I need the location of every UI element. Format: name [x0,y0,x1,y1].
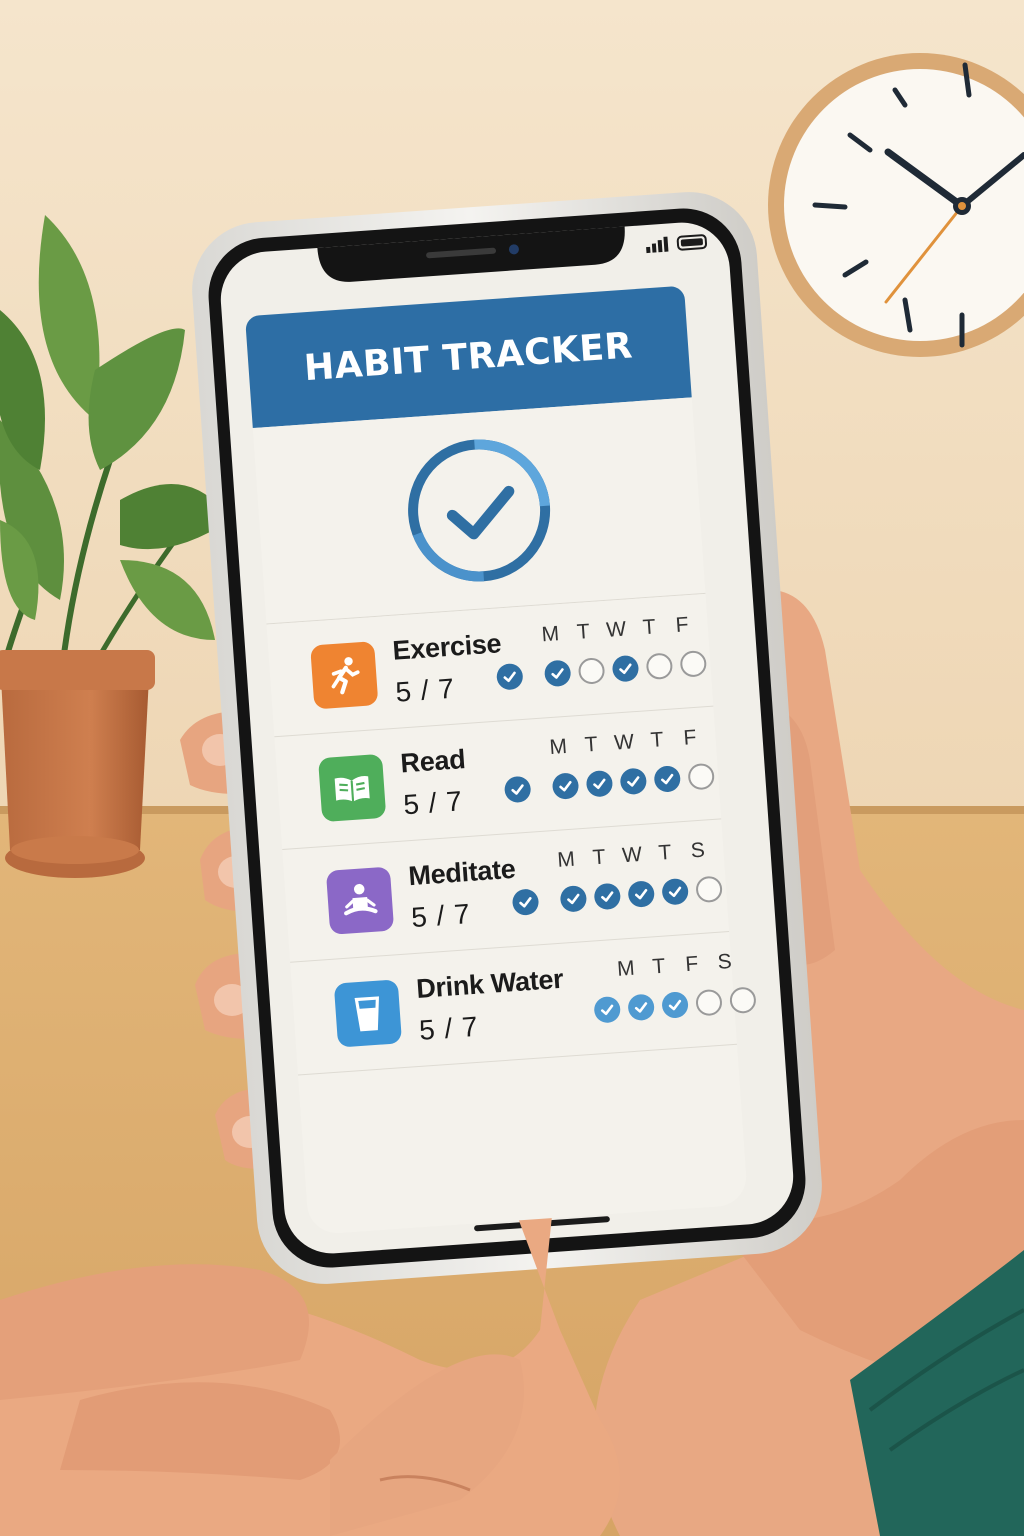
weekday-label: M [540,622,560,647]
habit-list: Exercise 5 / 7 M T W T F Read 5 / 7 M T W T F Meditate… [266,593,757,1076]
day-check-done-icon[interactable] [585,769,614,798]
day-check-done-icon[interactable] [551,772,580,800]
day-check-empty[interactable] [679,650,708,678]
habit-progress: 5 / 7 [418,1010,480,1046]
weekday-label: T [584,732,599,757]
day-check-done-icon[interactable] [627,993,656,1022]
open-book-icon [317,753,387,823]
day-check-done-icon[interactable] [661,991,689,1019]
summary-panel [252,397,706,625]
app-screen: HABIT TRACKER Exercise 5 / 7 M T W T F Read 5 / … [244,285,757,1236]
day-check-done-icon[interactable] [611,654,640,683]
empty-area [298,1044,749,1236]
day-check-empty[interactable] [577,657,606,685]
weekday-label: F [674,613,690,637]
weekday-label: T [641,615,657,640]
day-check-empty[interactable] [729,986,757,1015]
day-check-done-icon[interactable] [627,880,656,908]
meditating-person-icon [325,866,395,935]
habit-name: Exercise [391,627,503,666]
habit-name: Read [399,743,467,779]
weekday-label: W [621,842,643,868]
weekday-label: F [684,952,699,977]
day-check-empty[interactable] [687,762,716,791]
weekday-label: T [591,845,607,870]
day-check-done-icon[interactable] [593,995,622,1024]
weekday-labels: MTWTS [549,838,715,873]
weekday-labels: MTFS [609,949,742,982]
weekday-labels: MTWTF [533,612,699,647]
weekday-label: T [651,954,667,979]
habit-name: Meditate [407,853,517,891]
weekday-label: S [690,838,706,863]
running-person-icon [310,641,379,710]
weekday-label: T [576,620,591,644]
weekday-label: S [716,949,733,974]
day-check-empty[interactable] [645,652,674,681]
habit-text: Drink Water 5 / 7 [415,963,565,1047]
day-check-done-icon[interactable] [653,765,682,793]
weekday-label: W [605,617,627,642]
weekday-label: M [616,956,636,981]
day-check-done-icon[interactable] [661,877,690,906]
weekday-label: T [649,728,665,753]
weekday-label: M [556,847,576,872]
day-check-done-icon[interactable] [503,775,532,804]
page-title: HABIT TRACKER [302,324,634,389]
day-check-empty[interactable] [695,875,723,904]
day-check-empty[interactable] [695,988,723,1017]
water-glass-icon [333,979,403,1048]
day-check-done-icon[interactable] [511,888,540,917]
day-check-done-icon[interactable] [495,662,524,691]
weekday-label: T [657,840,673,865]
day-check-done-icon[interactable] [619,767,648,796]
day-check-done-icon[interactable] [543,659,572,688]
weekday-labels: MTWTF [541,725,707,760]
day-check-done-icon[interactable] [559,884,588,913]
habit-name: Drink Water [415,963,565,1004]
progress-check-ring-icon [408,439,551,582]
day-check-done-icon[interactable] [593,882,622,911]
weekday-label: W [613,730,635,755]
weekday-label: F [682,725,698,750]
weekday-label: M [548,734,568,760]
